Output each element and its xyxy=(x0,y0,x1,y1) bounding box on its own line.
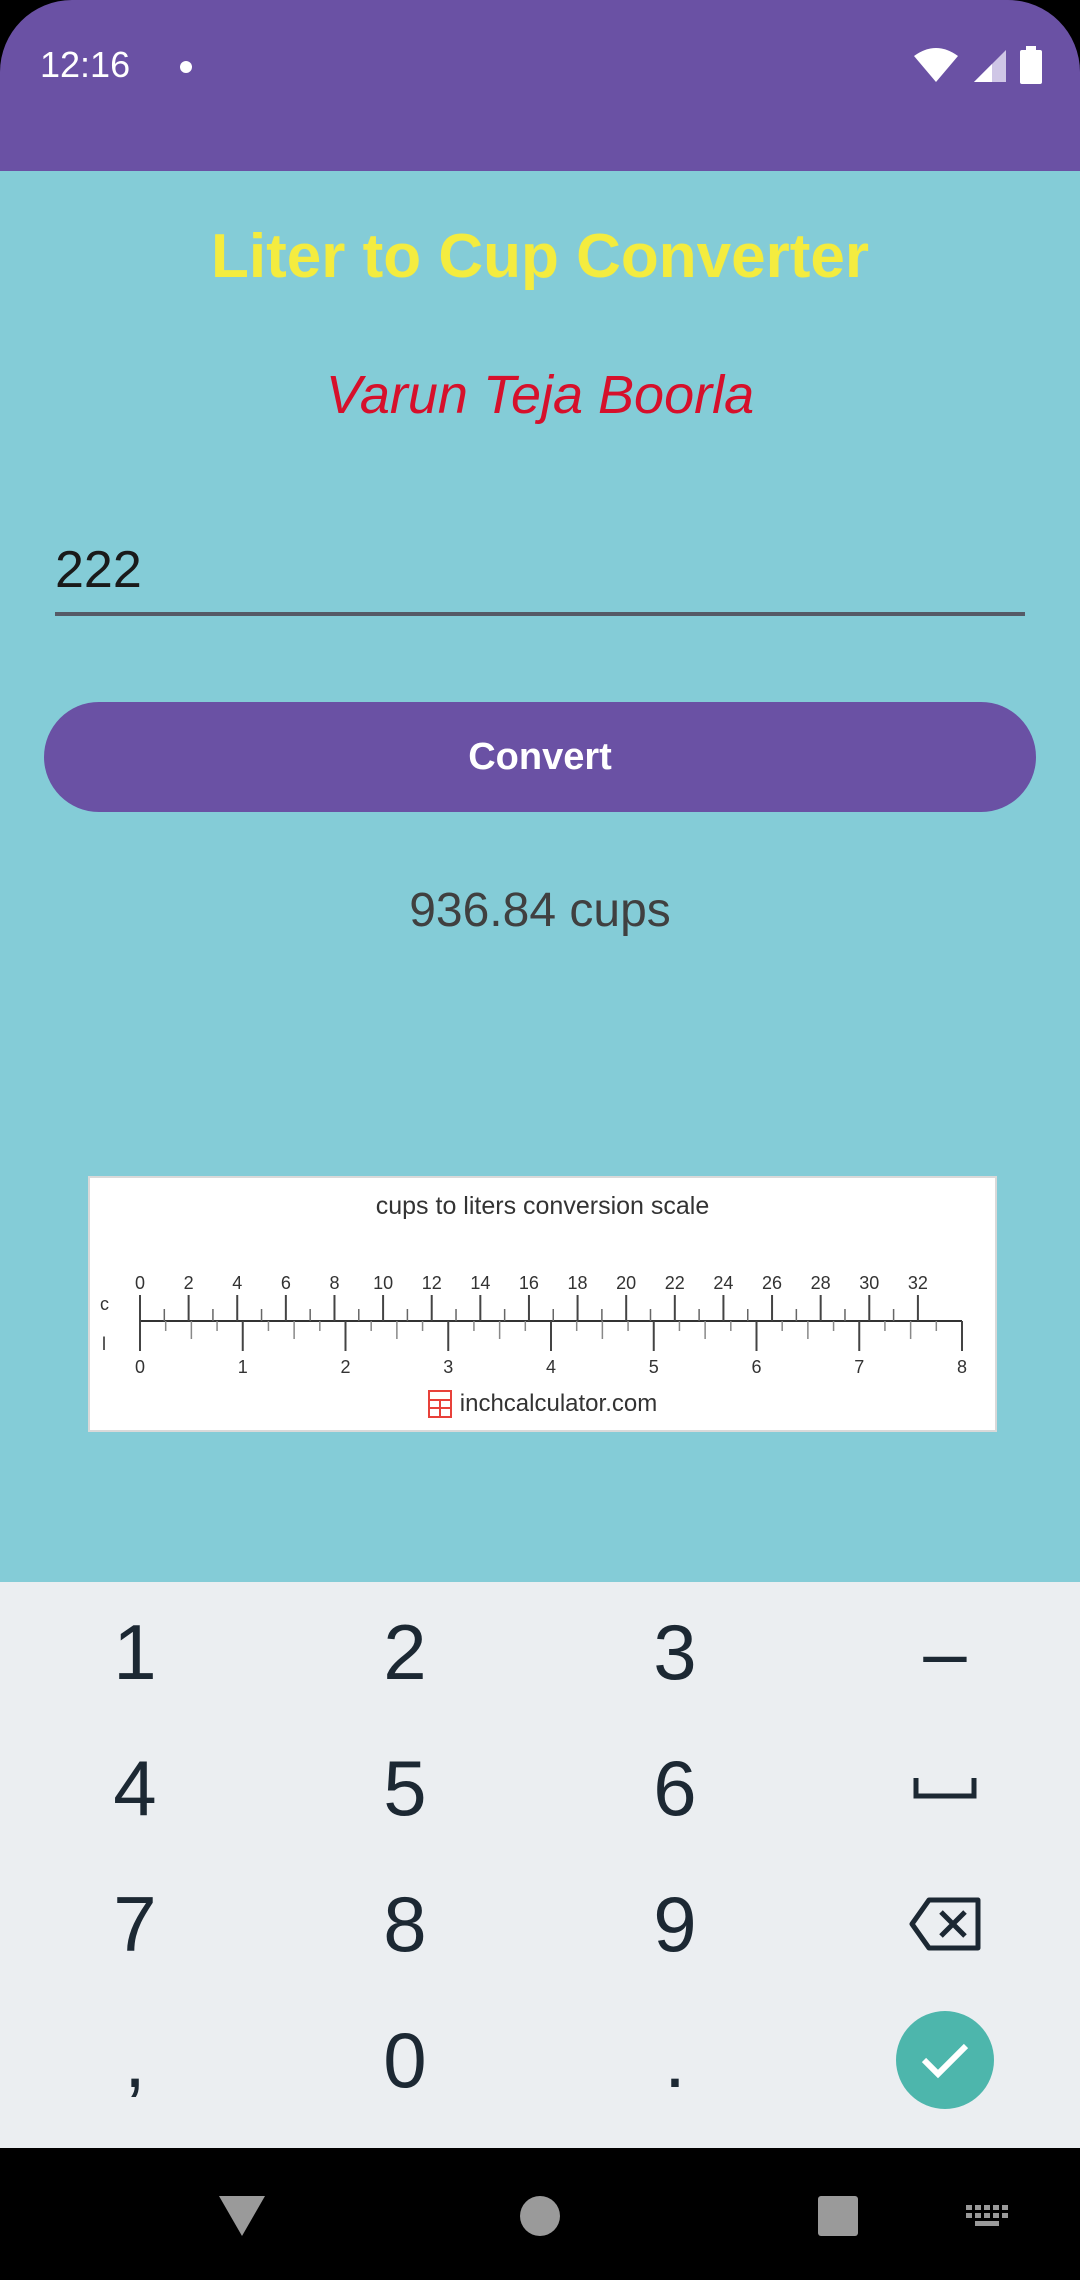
battery-icon xyxy=(1020,46,1042,84)
cup-row-label: c xyxy=(100,1294,109,1314)
author-name: Varun Teja Boorla xyxy=(325,365,755,425)
page-title: Liter to Cup Converter xyxy=(211,222,869,291)
scale-footer-text: inchcalculator.com xyxy=(459,1390,658,1417)
liters-input[interactable] xyxy=(55,528,1025,612)
scale-title: cups to liters conversion scale xyxy=(375,1192,710,1220)
cup-tick-label: 18 xyxy=(568,1273,588,1293)
backspace-key[interactable] xyxy=(810,1856,1080,1992)
digit-key-8[interactable]: 8 xyxy=(270,1856,540,1992)
liter-tick-label: 6 xyxy=(751,1357,761,1377)
back-icon[interactable] xyxy=(219,2196,265,2236)
cup-tick-label: 14 xyxy=(470,1273,490,1293)
cup-tick-label: 12 xyxy=(422,1273,442,1293)
main-content: Liter to Cup Converter Varun Teja Boorla… xyxy=(0,171,1080,1582)
numeric-keyboard: 1 2 3– 4 5 6 7 8 9, 0. xyxy=(0,1582,1080,2148)
cup-tick-label: 16 xyxy=(519,1273,539,1293)
period-key[interactable]: . xyxy=(540,1992,810,2128)
liters-input-field[interactable] xyxy=(55,528,1025,616)
calculator-logo-icon xyxy=(427,1390,452,1418)
check-key[interactable] xyxy=(810,1992,1080,2128)
home-icon[interactable] xyxy=(520,2196,560,2236)
minus-key[interactable]: – xyxy=(810,1584,1080,1720)
cup-tick-label: 6 xyxy=(281,1273,291,1293)
cup-tick-label: 0 xyxy=(135,1273,145,1293)
status-icons xyxy=(914,46,1042,84)
status-time: 12:16 xyxy=(40,44,131,85)
digit-key-5[interactable]: 5 xyxy=(270,1720,540,1856)
liter-tick-label: 7 xyxy=(854,1357,864,1377)
digit-key-4[interactable]: 4 xyxy=(0,1720,270,1856)
cup-tick-label: 2 xyxy=(184,1273,194,1293)
cup-tick-label: 22 xyxy=(665,1273,685,1293)
result-text: 936.84 cups xyxy=(409,884,671,937)
device-screen: 12:16 Liter to Cup Converter Varun Teja … xyxy=(0,0,1080,2280)
liter-tick-label: 5 xyxy=(649,1357,659,1377)
cup-tick-label: 26 xyxy=(762,1273,782,1293)
keyboard-switch-icon[interactable] xyxy=(966,2205,1008,2231)
notification-dot-icon xyxy=(180,61,192,73)
cup-tick-label: 24 xyxy=(713,1273,733,1293)
space-key[interactable] xyxy=(810,1720,1080,1856)
recents-icon[interactable] xyxy=(818,2196,858,2236)
digit-key-3[interactable]: 3 xyxy=(540,1584,810,1720)
scale-ruler: c l 0 2 4 6 8 10 12 14 16 18 20 22 24 26 28 30 320 1 2 3 4 5 6… xyxy=(100,1273,967,1377)
liter-tick-label: 4 xyxy=(546,1357,556,1377)
navigation-bar xyxy=(0,2148,1080,2280)
cup-tick-label: 30 xyxy=(859,1273,879,1293)
space-icon xyxy=(913,1778,977,1799)
digit-key-0[interactable]: 0 xyxy=(270,1992,540,2128)
liter-tick-label: 3 xyxy=(443,1357,453,1377)
liter-tick-label: 1 xyxy=(238,1357,248,1377)
cup-tick-label: 4 xyxy=(232,1273,242,1293)
cup-tick-label: 10 xyxy=(373,1273,393,1293)
check-icon xyxy=(896,2011,994,2109)
status-bar: 12:16 xyxy=(0,0,1080,171)
liter-tick-label: 0 xyxy=(135,1357,145,1377)
liter-tick-label: 8 xyxy=(957,1357,967,1377)
convert-button[interactable]: Convert xyxy=(44,702,1036,812)
digit-key-6[interactable]: 6 xyxy=(540,1720,810,1856)
cup-tick-label: 8 xyxy=(329,1273,339,1293)
conversion-scale-image: cups to liters conversion scale c l 0246… xyxy=(88,1176,997,1432)
scale-footer: inchcalculator.com xyxy=(90,1390,995,1418)
backspace-icon xyxy=(909,1897,981,1951)
comma-key[interactable]: , xyxy=(0,1992,270,2128)
wifi-icon xyxy=(914,48,958,82)
cup-tick-label: 32 xyxy=(908,1273,928,1293)
digit-key-7[interactable]: 7 xyxy=(0,1856,270,1992)
liter-tick-label: 2 xyxy=(340,1357,350,1377)
cup-tick-label: 20 xyxy=(616,1273,636,1293)
signal-icon xyxy=(974,50,1006,82)
digit-key-1[interactable]: 1 xyxy=(0,1584,270,1720)
digit-key-2[interactable]: 2 xyxy=(270,1584,540,1720)
cup-tick-label: 28 xyxy=(811,1273,831,1293)
liter-row-label: l xyxy=(102,1334,106,1354)
digit-key-9[interactable]: 9 xyxy=(540,1856,810,1992)
